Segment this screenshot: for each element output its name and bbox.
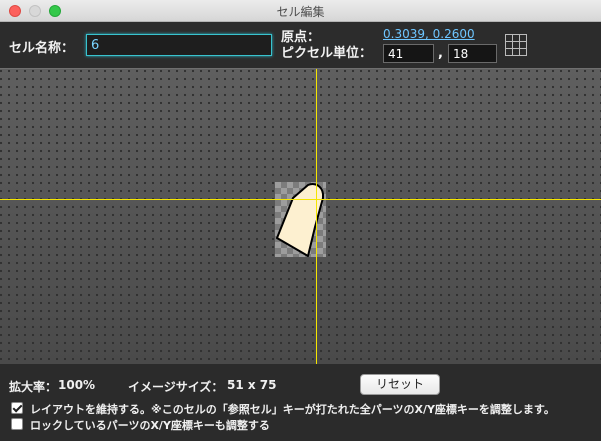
lock-parts-label: ロックしているパーツのX/Y座標キーも調整する xyxy=(30,419,270,432)
cell-image xyxy=(276,183,324,257)
title-bar: セル編集 xyxy=(0,0,601,22)
footer-panel: 拡大率： 100% イメージサイズ： 51 x 75 リセット レイアウトを維持… xyxy=(0,364,601,441)
zoom-value: 100% xyxy=(58,378,96,392)
pixel-separator: , xyxy=(438,46,443,61)
image-size-label: イメージサイズ： xyxy=(128,380,224,394)
keep-layout-label: レイアウトを維持する。※このセルの「参照セル」キーが打たれた全パーツのX/Y座標… xyxy=(30,403,555,416)
cell-name-input[interactable] xyxy=(86,34,272,56)
window-title: セル編集 xyxy=(276,5,325,19)
reset-button[interactable]: リセット xyxy=(360,374,440,395)
zoom-label: 拡大率： xyxy=(9,380,58,394)
pixel-y-input[interactable] xyxy=(448,44,497,63)
cell-canvas[interactable] xyxy=(0,68,601,364)
image-size-value: 51 x 75 xyxy=(227,378,277,392)
crosshair-horizontal xyxy=(0,199,601,200)
crosshair-vertical xyxy=(316,69,317,364)
keep-layout-checkbox[interactable] xyxy=(11,402,23,414)
cell-name-label: セル名称： xyxy=(9,41,75,56)
lock-parts-checkbox[interactable] xyxy=(11,418,23,430)
origin-value-link[interactable]: 0.3039, 0.2600 xyxy=(383,27,475,41)
grid-icon[interactable] xyxy=(505,34,527,56)
pixel-x-input[interactable] xyxy=(383,44,434,63)
pixel-unit-label: ピクセル単位： xyxy=(281,46,373,61)
cell-header: セル名称： 原点： 0.3039, 0.2600 ピクセル単位： , xyxy=(0,22,601,68)
